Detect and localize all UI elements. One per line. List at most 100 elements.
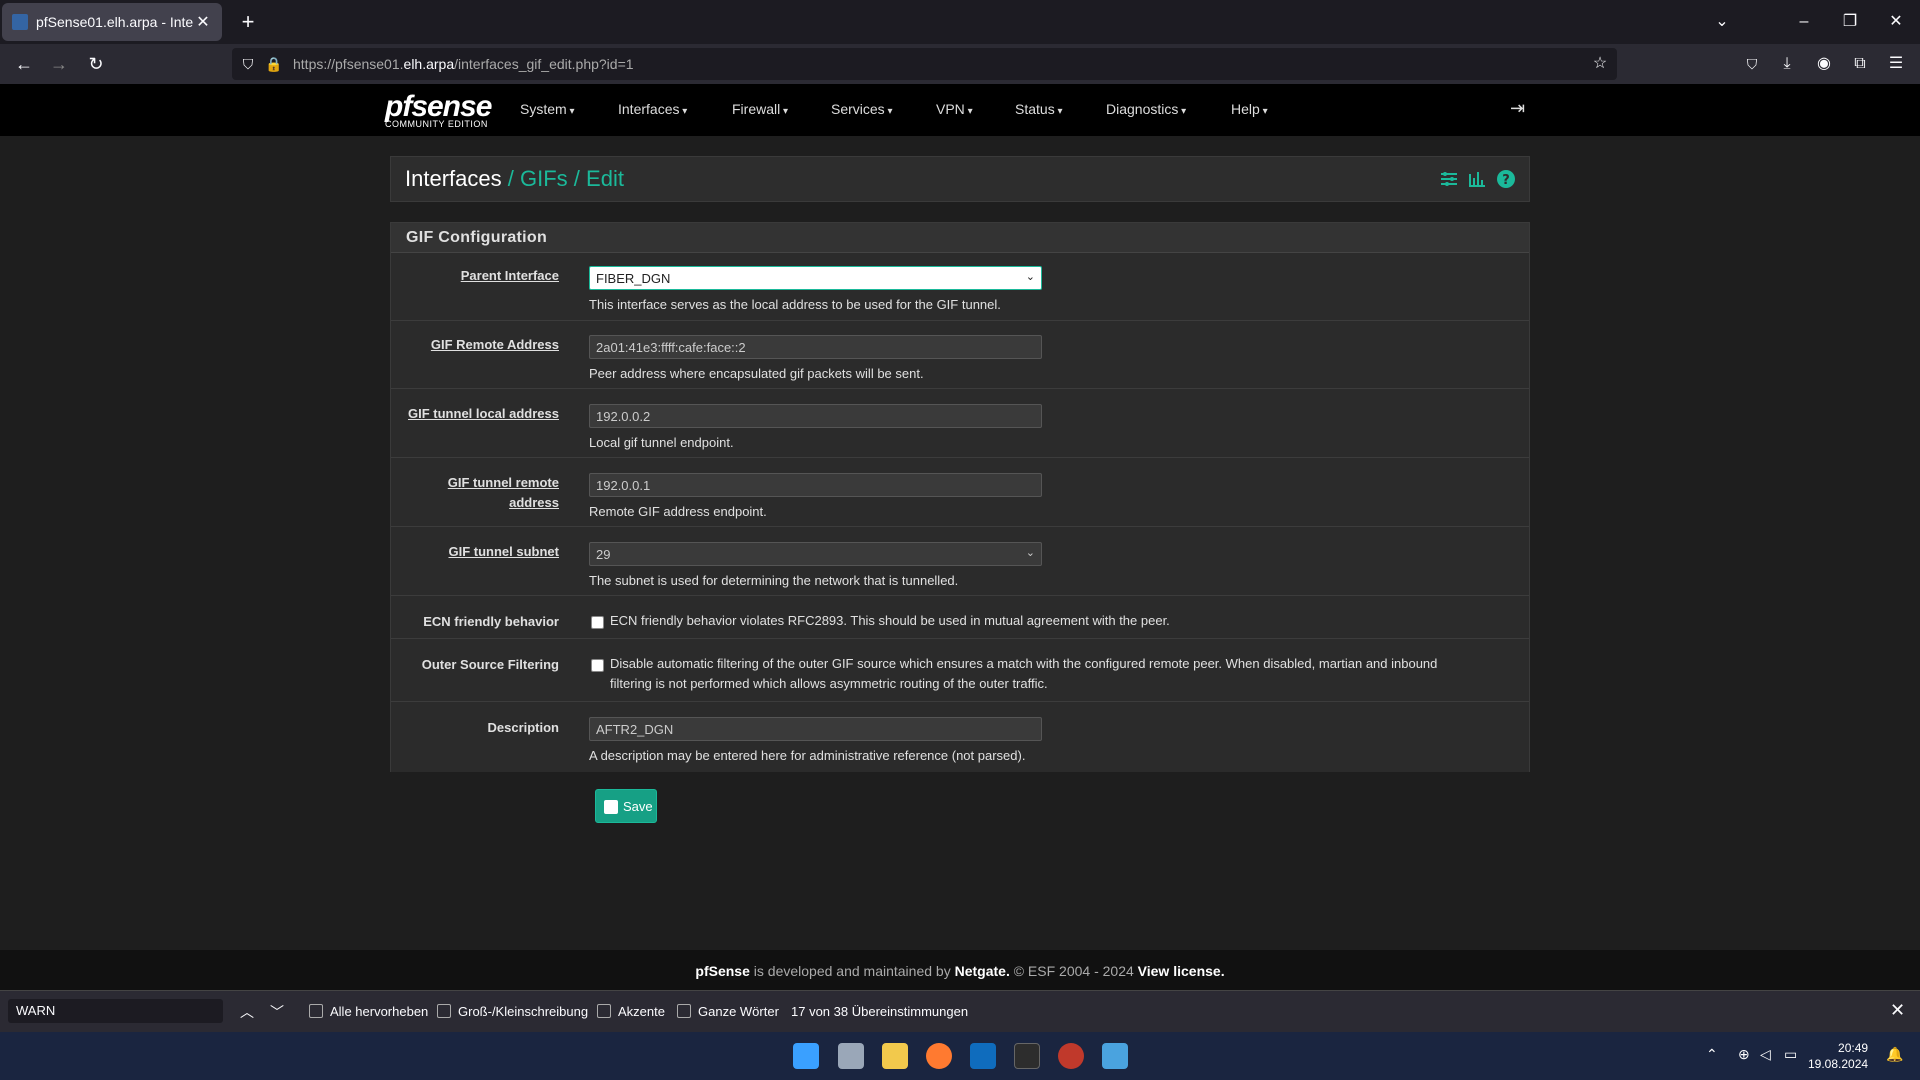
- new-tab-button[interactable]: +: [234, 8, 262, 36]
- chevron-down-icon: ⌄: [1025, 547, 1035, 559]
- save-button[interactable]: Save: [595, 789, 657, 823]
- outer-filter-checkbox[interactable]: [591, 659, 604, 672]
- label-ecn: ECN friendly behavior: [423, 614, 559, 629]
- ecn-checkbox[interactable]: [591, 616, 604, 629]
- label-remote-address: GIF Remote Address: [430, 337, 559, 352]
- firefox-icon[interactable]: [926, 1043, 952, 1069]
- menu-diagnostics[interactable]: Diagnostics: [1106, 101, 1186, 117]
- help-tunnel-subnet: The subnet is used for determining the n…: [589, 573, 959, 588]
- find-input[interactable]: WARN: [8, 999, 223, 1023]
- find-next-icon[interactable]: ﹀: [267, 1002, 287, 1022]
- account-icon[interactable]: ◉: [1810, 50, 1838, 78]
- restore-button[interactable]: ❐: [1830, 8, 1870, 36]
- settings-sliders-icon[interactable]: [1439, 169, 1459, 189]
- pfsense-logo[interactable]: pfsense COMMUNITY EDITION: [385, 90, 495, 132]
- forward-icon[interactable]: →: [45, 50, 73, 78]
- breadcrumb-edit[interactable]: Edit: [586, 166, 624, 191]
- match-case-checkbox[interactable]: [437, 1004, 451, 1018]
- clock-date: 19.08.2024: [1808, 1057, 1869, 1071]
- download-icon[interactable]: ⤓: [1773, 50, 1801, 78]
- network-icon[interactable]: ⊕: [1738, 1046, 1750, 1063]
- find-previous-icon[interactable]: ︿: [237, 1002, 257, 1022]
- back-icon[interactable]: ←: [10, 50, 38, 78]
- tunnel-local-input[interactable]: 192.0.0.2: [589, 404, 1042, 428]
- tab-list-icon[interactable]: ⌄: [1702, 8, 1742, 36]
- shield-icon[interactable]: ⛉: [234, 50, 262, 78]
- footer-mid: is developed and maintained by: [749, 963, 955, 979]
- description-input[interactable]: AFTR2_DGN: [589, 717, 1042, 741]
- highlight-all-label[interactable]: Alle hervorheben: [330, 1004, 428, 1019]
- reload-icon[interactable]: ↻: [82, 50, 110, 78]
- footer-netgate-link[interactable]: Netgate.: [955, 963, 1010, 979]
- parent-interface-value: FIBER_DGN: [596, 271, 671, 286]
- breadcrumb-interfaces[interactable]: Interfaces: [405, 166, 502, 191]
- match-case-label[interactable]: Groß-/Kleinschreibung: [458, 1004, 588, 1019]
- help-icon[interactable]: ?: [1496, 169, 1516, 189]
- tab-title: pfSense01.elh.arpa - Interfaces: [36, 14, 194, 30]
- chevron-down-icon: ⌄: [1025, 271, 1035, 283]
- accents-checkbox[interactable]: [597, 1004, 611, 1018]
- tray-chevron-icon[interactable]: ⌃: [1706, 1046, 1718, 1063]
- menu-firewall[interactable]: Firewall: [732, 101, 788, 117]
- label-parent-interface: Parent Interface: [460, 268, 559, 283]
- app-notification-icon[interactable]: [1058, 1043, 1084, 1069]
- task-view-icon[interactable]: [838, 1043, 864, 1069]
- help-parent-interface: This interface serves as the local addre…: [589, 297, 1001, 312]
- menu-services[interactable]: Services: [831, 101, 893, 117]
- bookmark-star-icon[interactable]: ☆: [1586, 50, 1614, 78]
- accents-label[interactable]: Akzente: [618, 1004, 665, 1019]
- clock[interactable]: 20:49 19.08.2024: [1808, 1040, 1868, 1072]
- footer-copyright: © ESF 2004 - 2024: [1009, 963, 1138, 979]
- bar-chart-icon[interactable]: [1467, 169, 1487, 189]
- label-tunnel-remote-1: GIF tunnel remote: [447, 475, 559, 490]
- outer-filter-text-2: filtering is not performed which allows …: [610, 676, 1048, 691]
- outlook-icon[interactable]: [970, 1043, 996, 1069]
- tunnel-remote-input[interactable]: 192.0.0.1: [589, 473, 1042, 497]
- svg-text:?: ?: [1502, 173, 1510, 188]
- breadcrumb: Interfaces / GIFs / Edit: [405, 166, 624, 192]
- extensions-icon[interactable]: ⧉: [1846, 50, 1874, 78]
- terminal-icon[interactable]: [1014, 1043, 1040, 1069]
- lock-icon[interactable]: 🔒: [260, 50, 288, 78]
- label-tunnel-subnet: GIF tunnel subnet: [448, 544, 560, 559]
- menu-interfaces[interactable]: Interfaces: [618, 101, 687, 117]
- tunnel-subnet-select[interactable]: 29 ⌄: [589, 542, 1042, 566]
- help-tunnel-remote: Remote GIF address endpoint.: [589, 504, 767, 519]
- label-tunnel-local: GIF tunnel local address: [408, 406, 559, 421]
- volume-icon[interactable]: ◁: [1760, 1046, 1771, 1063]
- menu-status[interactable]: Status: [1015, 101, 1063, 117]
- breadcrumb-separator: /: [573, 166, 580, 191]
- windows-start-icon[interactable]: [793, 1043, 819, 1069]
- menu-icon[interactable]: ☰: [1882, 50, 1910, 78]
- url-text[interactable]: https://pfsense01.elh.arpa/interfaces_gi…: [293, 56, 634, 72]
- panel-heading: GIF Configuration: [391, 223, 1529, 253]
- browser-tab[interactable]: pfSense01.elh.arpa - Interfaces ✕: [2, 3, 222, 41]
- whole-words-checkbox[interactable]: [677, 1004, 691, 1018]
- minimize-button[interactable]: –: [1784, 8, 1824, 36]
- menu-help[interactable]: Help: [1231, 101, 1268, 117]
- close-find-icon[interactable]: ✕: [1890, 1000, 1905, 1021]
- notifications-icon[interactable]: 🔔: [1886, 1046, 1903, 1063]
- whole-words-label[interactable]: Ganze Wörter: [698, 1004, 779, 1019]
- remote-desktop-icon[interactable]: [1102, 1043, 1128, 1069]
- footer-text: pfSense is developed and maintained by N…: [0, 963, 1920, 979]
- clock-time: 20:49: [1838, 1041, 1869, 1055]
- footer-license-link[interactable]: View license.: [1138, 963, 1225, 979]
- menu-vpn[interactable]: VPN: [936, 101, 973, 117]
- pocket-icon[interactable]: ⛉: [1738, 50, 1766, 78]
- save-icon: [604, 800, 618, 814]
- close-window-button[interactable]: ✕: [1876, 8, 1916, 36]
- label-description: Description: [487, 720, 559, 735]
- help-tunnel-local: Local gif tunnel endpoint.: [589, 435, 734, 450]
- battery-icon[interactable]: ▭: [1784, 1046, 1797, 1063]
- menu-system[interactable]: System: [520, 101, 575, 117]
- file-explorer-icon[interactable]: [882, 1043, 908, 1069]
- remote-address-input[interactable]: 2a01:41e3:ffff:cafe:face::2: [589, 335, 1042, 359]
- highlight-all-checkbox[interactable]: [309, 1004, 323, 1018]
- breadcrumb-gifs[interactable]: GIFs: [520, 166, 568, 191]
- outer-filter-text-1: Disable automatic filtering of the outer…: [610, 656, 1438, 671]
- logout-icon[interactable]: ⇥: [1510, 98, 1525, 119]
- parent-interface-select[interactable]: FIBER_DGN ⌄: [589, 266, 1042, 290]
- panel-title: GIF Configuration: [406, 229, 548, 246]
- close-tab-icon[interactable]: ✕: [194, 12, 212, 32]
